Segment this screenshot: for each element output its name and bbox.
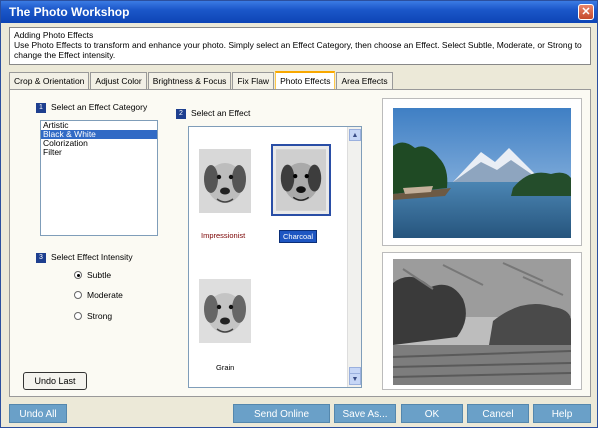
- info-box: Adding Photo Effects Use Photo Effects t…: [9, 27, 591, 65]
- effect-thumb-grain[interactable]: [199, 279, 251, 343]
- save-as-button[interactable]: Save As...: [334, 404, 396, 423]
- effect-thumb-charcoal[interactable]: [271, 144, 331, 216]
- category-item-filter[interactable]: Filter: [41, 148, 157, 157]
- close-button[interactable]: ✕: [578, 4, 594, 20]
- help-button[interactable]: Help: [533, 404, 591, 423]
- tab-area-effects[interactable]: Area Effects: [336, 72, 393, 89]
- chevron-up-icon: ▲: [351, 132, 359, 139]
- radio-dot-icon: [74, 291, 82, 299]
- effect-label-grain[interactable]: Grain: [216, 363, 234, 372]
- photo-effects-panel: 1 Select an Effect Category Artistic Blac…: [9, 89, 591, 397]
- intensity-subtle-label: Subtle: [87, 270, 112, 280]
- dog-thumbnail-icon: [199, 149, 251, 213]
- intensity-moderate-radio[interactable]: Moderate: [74, 290, 123, 300]
- original-photo-preview: [382, 98, 582, 246]
- undo-all-button[interactable]: Undo All: [9, 404, 67, 423]
- charcoal-landscape-icon: [393, 259, 571, 385]
- effect-label-impressionist[interactable]: Impressionist: [201, 231, 245, 240]
- intensity-heading: 3 Select Effect Intensity: [36, 252, 133, 263]
- intensity-strong-radio[interactable]: Strong: [74, 311, 112, 321]
- category-heading: 1 Select an Effect Category: [36, 102, 147, 113]
- undo-last-button[interactable]: Undo Last: [23, 372, 87, 390]
- step-2-badge: 2: [176, 108, 186, 119]
- radio-dot-icon: [74, 271, 82, 279]
- intensity-label: Select Effect Intensity: [51, 252, 133, 262]
- photo-workshop-window: The Photo Workshop ✕ Adding Photo Effect…: [0, 0, 598, 428]
- cancel-button[interactable]: Cancel: [467, 404, 529, 423]
- send-online-button[interactable]: Send Online: [233, 404, 330, 423]
- scroll-up-button[interactable]: ▲: [349, 129, 361, 141]
- tab-crop-orientation[interactable]: Crop & Orientation: [9, 72, 90, 89]
- bottom-button-bar: Undo All Send Online Save As... OK Cance…: [1, 399, 597, 427]
- intensity-strong-label: Strong: [87, 311, 113, 321]
- effect-photo-preview: [382, 252, 582, 390]
- landscape-photo-icon: [393, 108, 571, 238]
- chevron-down-icon: ▼: [351, 376, 359, 383]
- ok-button[interactable]: OK: [401, 404, 463, 423]
- info-text: Use Photo Effects to transform and enhan…: [14, 40, 582, 60]
- scroll-down-button[interactable]: ▼: [349, 373, 361, 385]
- effect-label: Select an Effect: [191, 108, 251, 118]
- tab-fix-flaw[interactable]: Fix Flaw: [232, 72, 275, 89]
- effect-heading: 2 Select an Effect: [176, 108, 250, 119]
- tab-brightness-focus[interactable]: Brightness & Focus: [147, 72, 232, 89]
- tab-strip: Crop & Orientation Adjust Color Brightne…: [9, 71, 394, 90]
- category-label: Select an Effect Category: [51, 102, 148, 112]
- step-1-badge: 1: [36, 102, 46, 113]
- effect-list[interactable]: Impressionist Charcoal Grain ▲ ▼: [188, 126, 362, 388]
- step-3-badge: 3: [36, 252, 46, 263]
- close-icon: ✕: [581, 6, 591, 18]
- dog-thumbnail-icon: [276, 149, 326, 211]
- intensity-moderate-label: Moderate: [87, 290, 123, 300]
- tab-adjust-color[interactable]: Adjust Color: [90, 72, 147, 89]
- effect-label-charcoal[interactable]: Charcoal: [279, 230, 318, 243]
- effect-category-list[interactable]: Artistic Black & White Colorization Filt…: [40, 120, 158, 236]
- title-bar[interactable]: The Photo Workshop ✕: [1, 1, 597, 23]
- dog-thumbnail-icon: [199, 279, 251, 343]
- info-heading: Adding Photo Effects: [14, 30, 94, 40]
- tab-photo-effects[interactable]: Photo Effects: [275, 71, 336, 90]
- effect-list-scrollbar[interactable]: ▲ ▼: [347, 127, 361, 387]
- effect-thumb-impressionist[interactable]: [199, 149, 251, 213]
- window-title: The Photo Workshop: [9, 5, 130, 19]
- intensity-subtle-radio[interactable]: Subtle: [74, 270, 111, 280]
- radio-dot-icon: [74, 312, 82, 320]
